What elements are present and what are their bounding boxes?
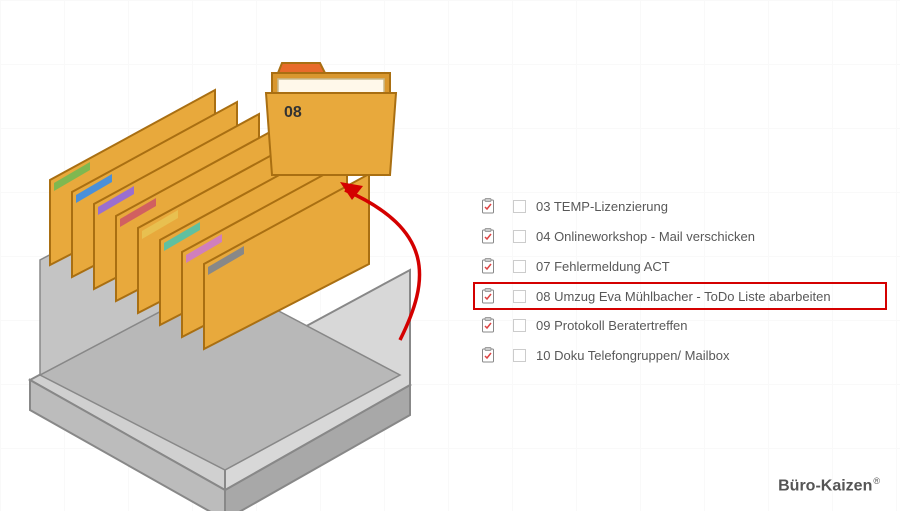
task-list: 03 TEMP-Lizenzierung 04 Onlineworkshop -… (475, 192, 885, 371)
task-label: 03 TEMP-Lizenzierung (536, 199, 668, 214)
brand-logo: Büro-Kaizen® (778, 476, 880, 495)
checkbox[interactable] (513, 349, 526, 362)
checkbox[interactable] (513, 319, 526, 332)
checkbox[interactable] (513, 290, 526, 303)
task-row[interactable]: 09 Protokoll Beratertreffen (475, 311, 885, 339)
clipboard-check-icon (481, 288, 495, 304)
checkbox[interactable] (513, 260, 526, 273)
task-row-highlighted[interactable]: 08 Umzug Eva Mühlbacher - ToDo Liste aba… (473, 282, 887, 310)
task-label: 09 Protokoll Beratertreffen (536, 318, 688, 333)
filing-illustration: 08 (0, 0, 470, 511)
clipboard-check-icon (481, 228, 495, 244)
task-row[interactable]: 03 TEMP-Lizenzierung (475, 192, 885, 220)
task-label: 07 Fehlermeldung ACT (536, 259, 670, 274)
folder-number: 08 (284, 104, 302, 121)
task-row[interactable]: 10 Doku Telefongruppen/ Mailbox (475, 341, 885, 369)
clipboard-check-icon (481, 198, 495, 214)
task-label: 08 Umzug Eva Mühlbacher - ToDo Liste aba… (536, 289, 831, 304)
task-row[interactable]: 07 Fehlermeldung ACT (475, 252, 885, 280)
checkbox[interactable] (513, 230, 526, 243)
clipboard-check-icon (481, 258, 495, 274)
clipboard-check-icon (481, 347, 495, 363)
checkbox[interactable] (513, 200, 526, 213)
task-label: 10 Doku Telefongruppen/ Mailbox (536, 348, 729, 363)
clipboard-check-icon (481, 317, 495, 333)
task-row[interactable]: 04 Onlineworkshop - Mail verschicken (475, 222, 885, 250)
task-label: 04 Onlineworkshop - Mail verschicken (536, 229, 755, 244)
